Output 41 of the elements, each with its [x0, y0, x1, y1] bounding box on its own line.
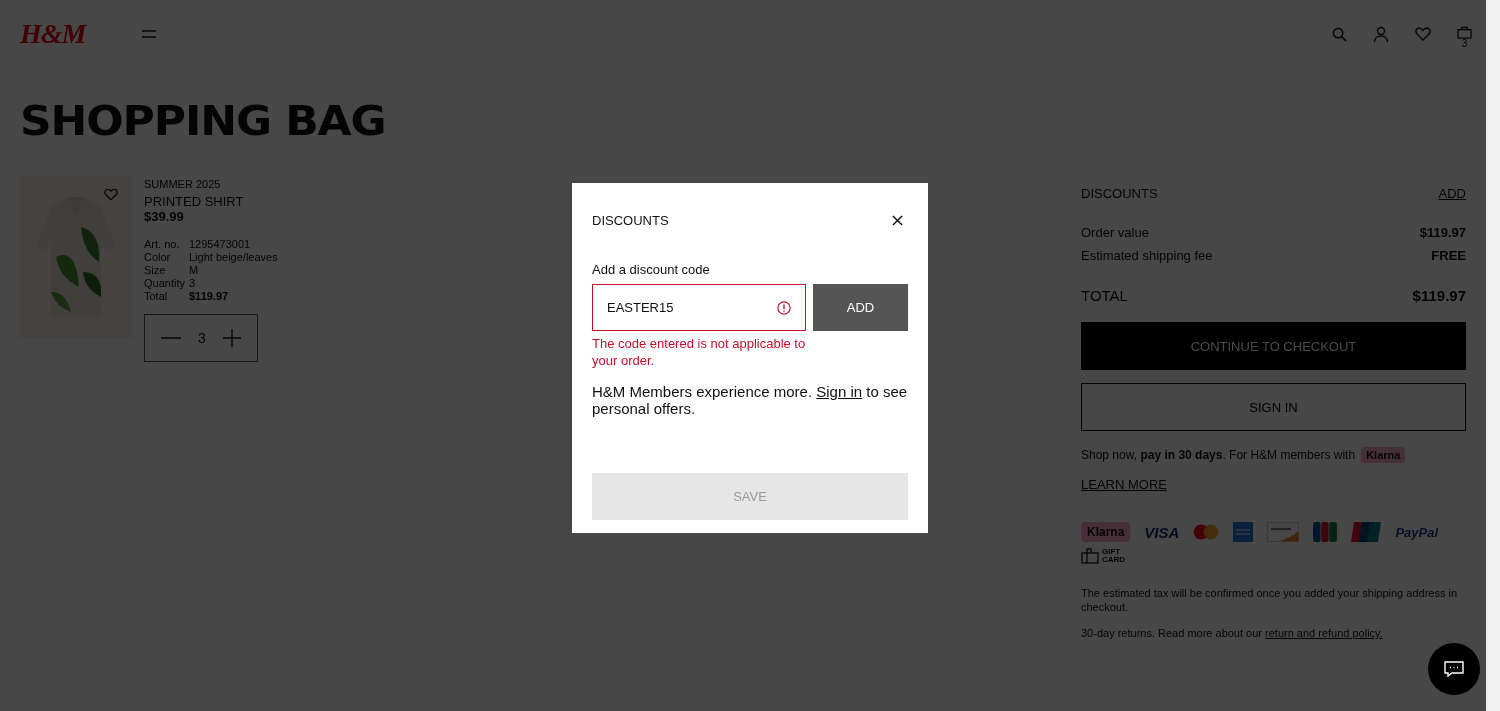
detail-value: $119.97 — [189, 290, 230, 302]
detail-label: Art. no. — [144, 238, 181, 250]
error-message: The code entered is not applicable to your order. — [592, 335, 807, 369]
paypal-logo: PayPal — [1395, 524, 1439, 540]
page-title: SHOPPING BAG — [20, 98, 387, 144]
visa-logo: VISA — [1144, 523, 1180, 541]
total-label: TOTAL — [1081, 287, 1128, 304]
gift-card-label: GIFT CARD — [1102, 548, 1126, 564]
product-price: $39.99 — [144, 209, 185, 224]
detail-value: 3 — [189, 277, 197, 289]
add-button[interactable]: ADD — [813, 284, 908, 331]
cart-count: 3 — [1461, 38, 1468, 49]
detail-value: M — [189, 264, 200, 276]
detail-label: Quantity — [144, 277, 186, 289]
refund-policy-link[interactable]: return and refund policy. — [1265, 627, 1383, 639]
sign-in-link[interactable]: Sign in — [816, 383, 863, 400]
detail-value: 1295473001 — [189, 238, 252, 250]
chat-icon — [1444, 661, 1464, 677]
collection-label: SUMMER 2025 — [144, 178, 222, 190]
members-text: H&M Members experience more. Sign in to see personal offers. — [592, 383, 908, 417]
total-value: $119.97 — [1412, 287, 1466, 304]
dialog-title: DISCOUNTS — [592, 213, 669, 228]
error-icon — [777, 300, 791, 315]
summary-value: $119.97 — [1419, 225, 1466, 240]
summary-label: Order value — [1081, 225, 1149, 240]
close-icon[interactable] — [892, 215, 903, 226]
scrollbar[interactable] — [1486, 0, 1500, 711]
field-label: Add a discount code — [592, 262, 711, 277]
detail-value: Light beige/leaves — [189, 251, 278, 263]
tax-note: The estimated tax will be confirmed once you added your shipping address in checkout. — [1081, 586, 1459, 614]
klarna-promo-text: Shop now, pay in 30 days. For H&M members with — [1081, 448, 1356, 462]
detail-label: Total — [144, 290, 169, 302]
summary-label: Estimated shipping fee — [1081, 248, 1213, 263]
discount-code-field[interactable]: EASTER15 — [592, 284, 806, 331]
quantity-value: 3 — [198, 330, 206, 346]
discounts-label: DISCOUNTS — [1081, 186, 1158, 201]
add-discount-link[interactable]: ADD — [1438, 186, 1466, 201]
field-value: EASTER15 — [607, 300, 674, 315]
detail-label: Color — [144, 251, 172, 263]
detail-label: Size — [144, 264, 167, 276]
summary-value: FREE — [1431, 248, 1466, 263]
